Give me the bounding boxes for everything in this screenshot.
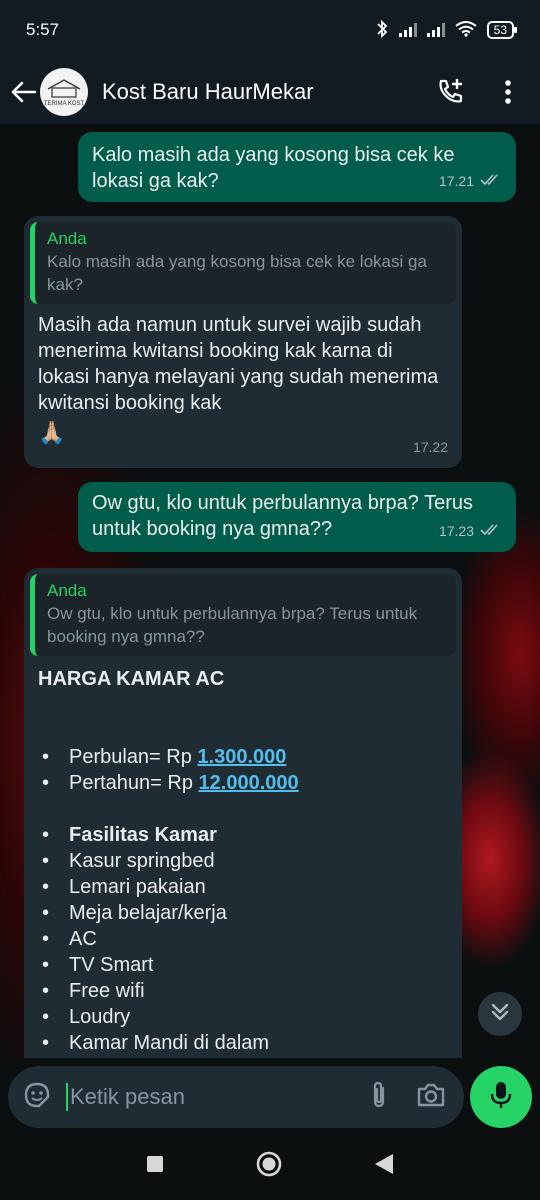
facility-item: • AC bbox=[38, 926, 448, 952]
facility-item: • Kamar Mandi di dalam bbox=[38, 1030, 448, 1056]
scroll-to-bottom-button[interactable] bbox=[478, 992, 522, 1036]
message-time: 17.23 bbox=[438, 523, 474, 539]
price-heading: HARGA KAMAR AC bbox=[38, 668, 225, 690]
facility-item: • Free wifi bbox=[38, 978, 448, 1004]
message-input[interactable]: Ketik pesan bbox=[66, 1083, 370, 1111]
signal-2-icon bbox=[426, 23, 445, 37]
message-meta: 17.21 bbox=[439, 168, 502, 194]
message-time: 17.21 bbox=[438, 173, 474, 189]
facility-label: AC bbox=[69, 928, 97, 950]
facilities-list: • Fasilitas Kamar • Kasur springbed • Lema… bbox=[24, 796, 462, 1056]
bullet: • bbox=[42, 954, 50, 976]
chat-area[interactable]: Kalo masih ada yang kosong bisa cek ke l… bbox=[0, 124, 540, 1058]
status-bar: 5:57 53 bbox=[0, 0, 540, 60]
bullet: • bbox=[42, 1006, 50, 1028]
outgoing-message[interactable]: Ow gtu, klo untuk perbulannya brpa? Teru… bbox=[78, 482, 516, 552]
quote-author: Anda bbox=[47, 229, 87, 248]
price-item: • Pertahun= Rp 12.000.000 bbox=[38, 770, 448, 796]
facility-label: Free wifi bbox=[69, 980, 145, 1002]
facility-label: Kasur springbed bbox=[69, 850, 215, 872]
incoming-message[interactable]: Anda Kalo masih ada yang kosong bisa cek… bbox=[24, 216, 462, 468]
quoted-message[interactable]: Anda Ow gtu, klo untuk perbulannya brpa?… bbox=[30, 574, 456, 656]
outgoing-message[interactable]: Kalo masih ada yang kosong bisa cek ke l… bbox=[78, 132, 516, 202]
bluetooth-icon bbox=[375, 19, 389, 41]
facility-label: Lemari pakaian bbox=[69, 876, 206, 898]
quote-text: Ow gtu, klo untuk perbulannya brpa? Teru… bbox=[47, 604, 418, 646]
price-list: • Perbulan= Rp 1.300.000 • Pertahun= Rp … bbox=[24, 692, 462, 796]
back-arrow-icon[interactable] bbox=[10, 78, 38, 106]
facilities-title-item: • Fasilitas Kamar bbox=[38, 822, 448, 848]
bullet: • bbox=[42, 902, 50, 924]
facility-item: • Lemari pakaian bbox=[38, 874, 448, 900]
bullet: • bbox=[42, 876, 50, 898]
wifi-icon bbox=[455, 20, 477, 40]
facilities-title: Fasilitas Kamar bbox=[69, 824, 217, 846]
facility-item: • Meja belajar/kerja bbox=[38, 900, 448, 926]
bullet: • bbox=[42, 980, 50, 1002]
facility-label: Loudry bbox=[69, 1006, 131, 1028]
message-emoji: 🙏🏼 bbox=[38, 420, 66, 445]
quote-text: Kalo masih ada yang kosong bisa cek ke l… bbox=[47, 252, 427, 294]
microphone-icon bbox=[490, 1080, 512, 1115]
bullet: • bbox=[42, 928, 50, 950]
more-options-icon[interactable] bbox=[488, 72, 528, 112]
message-meta: 17.23 bbox=[439, 518, 502, 544]
chat-title[interactable]: Kost Baru HaurMekar bbox=[102, 79, 430, 105]
price-value-link[interactable]: 12.000.000 bbox=[199, 770, 299, 796]
add-call-icon[interactable] bbox=[430, 72, 470, 112]
bullet: • bbox=[42, 850, 50, 872]
message-text: Masih ada namun untuk survei wajib sudah… bbox=[38, 314, 439, 414]
price-label: Perbulan= Rp bbox=[69, 746, 198, 768]
message-composer: Ketik pesan bbox=[8, 1066, 464, 1128]
price-label: Pertahun= Rp bbox=[69, 772, 199, 794]
facility-item: • Kasur springbed bbox=[38, 848, 448, 874]
double-check-icon bbox=[480, 168, 502, 194]
back-icon[interactable] bbox=[373, 1152, 395, 1181]
double-chevron-down-icon bbox=[490, 1002, 510, 1027]
price-value-link[interactable]: 1.300.000 bbox=[197, 744, 286, 770]
incoming-message[interactable]: Anda Ow gtu, klo untuk perbulannya brpa?… bbox=[24, 568, 462, 1058]
attach-icon[interactable] bbox=[370, 1080, 388, 1115]
status-icons: 53 bbox=[375, 19, 518, 41]
facility-item: • TV Smart bbox=[38, 952, 448, 978]
camera-icon[interactable] bbox=[416, 1082, 446, 1113]
voice-record-button[interactable] bbox=[470, 1066, 532, 1128]
signal-1-icon bbox=[398, 23, 417, 37]
quote-author: Anda bbox=[47, 581, 87, 600]
facility-label: Meja belajar/kerja bbox=[69, 902, 227, 924]
facility-label: Kamar Mandi di dalam bbox=[69, 1032, 270, 1054]
bullet: • bbox=[42, 1032, 50, 1054]
home-icon[interactable] bbox=[255, 1150, 283, 1183]
double-check-icon bbox=[480, 518, 502, 544]
status-time: 5:57 bbox=[26, 20, 60, 39]
facility-label: TV Smart bbox=[69, 954, 154, 976]
sticker-icon[interactable] bbox=[22, 1080, 52, 1115]
battery-icon: 53 bbox=[486, 21, 518, 39]
bullet: • bbox=[42, 824, 50, 846]
bullet: • bbox=[42, 772, 50, 794]
chat-header: TERIMA KOST Kost Baru HaurMekar bbox=[0, 60, 540, 124]
avatar-text: TERIMA KOST bbox=[43, 100, 85, 107]
avatar[interactable]: TERIMA KOST bbox=[40, 68, 88, 116]
price-item: • Perbulan= Rp 1.300.000 bbox=[38, 744, 448, 770]
facility-item: • Loudry bbox=[38, 1004, 448, 1030]
bullet: • bbox=[42, 746, 50, 768]
message-time: 17.22 bbox=[412, 439, 448, 455]
quoted-message[interactable]: Anda Kalo masih ada yang kosong bisa cek… bbox=[30, 222, 456, 304]
recent-apps-icon[interactable] bbox=[145, 1154, 165, 1179]
system-navigation-bar bbox=[0, 1132, 540, 1200]
